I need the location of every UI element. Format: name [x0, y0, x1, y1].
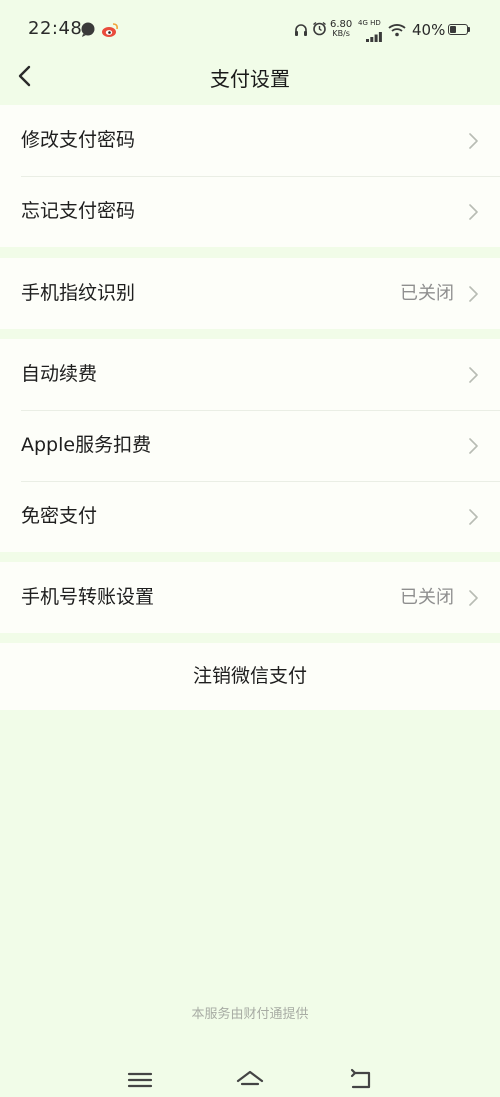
- deactivate-wechat-pay-button[interactable]: 注销微信支付: [0, 643, 500, 710]
- chevron-right-icon: [469, 438, 478, 454]
- row-label: 手机号转账设置: [21, 586, 155, 608]
- row-status: 已关闭: [400, 587, 454, 608]
- chevron-right-icon: [469, 590, 478, 606]
- home-icon: [236, 1070, 264, 1086]
- weibo-icon: [101, 22, 119, 42]
- row-fingerprint[interactable]: 手机指纹识别 已关闭: [0, 258, 500, 329]
- row-label: 修改支付密码: [21, 129, 136, 151]
- settings-group-phone-transfer: 手机号转账设置 已关闭: [0, 562, 500, 633]
- chevron-right-icon: [469, 367, 478, 383]
- status-time: 22:48: [28, 18, 83, 39]
- chevron-right-icon: [469, 133, 478, 149]
- chevron-right-icon: [469, 204, 478, 220]
- row-status: 已关闭: [400, 283, 454, 304]
- row-phone-transfer[interactable]: 手机号转账设置 已关闭: [0, 562, 500, 633]
- service-provider-note: 本服务由财付通提供: [191, 1007, 309, 1022]
- row-auto-renew[interactable]: 自动续费: [0, 339, 500, 410]
- row-label: 免密支付: [21, 505, 98, 527]
- battery-icon: [448, 24, 468, 35]
- net-speed: 6.80 KB/s: [330, 19, 353, 39]
- net-speed-value: 6.80: [330, 19, 353, 30]
- row-change-pay-password[interactable]: 修改支付密码: [0, 105, 500, 176]
- settings-group-fingerprint: 手机指纹识别 已关闭: [0, 258, 500, 329]
- row-label: 手机指纹识别: [21, 282, 136, 304]
- headphones-icon: [294, 22, 308, 41]
- row-forgot-pay-password[interactable]: 忘记支付密码: [0, 176, 500, 247]
- signal-icon: [366, 27, 382, 46]
- battery-fill: [450, 26, 456, 33]
- row-password-free-pay[interactable]: 免密支付: [0, 481, 500, 552]
- net-speed-unit: KB/s: [332, 29, 350, 38]
- row-label: 忘记支付密码: [21, 200, 136, 222]
- row-label: Apple服务扣费: [21, 434, 152, 456]
- message-icon: [80, 22, 96, 42]
- deactivate-label: 注销微信支付: [192, 665, 307, 687]
- battery-tip: [468, 27, 470, 32]
- network-type: 4G HD: [358, 19, 381, 27]
- settings-group-password: 修改支付密码 忘记支付密码: [0, 105, 500, 247]
- system-back-button[interactable]: [346, 1068, 376, 1092]
- row-label: 自动续费: [21, 363, 98, 385]
- menu-icon: [127, 1072, 153, 1088]
- header: 支付设置: [0, 52, 500, 100]
- status-bar: 22:48 6.80 KB/s 4G HD 40%: [0, 0, 500, 60]
- back-icon: [350, 1068, 371, 1089]
- system-nav-bar: [0, 1058, 500, 1097]
- chevron-right-icon: [469, 286, 478, 302]
- alarm-icon: [312, 21, 327, 40]
- settings-group-deductions: 自动续费 Apple服务扣费 免密支付: [0, 339, 500, 552]
- page-title: 支付设置: [210, 67, 290, 91]
- chevron-right-icon: [469, 509, 478, 525]
- row-apple-service-deduction[interactable]: Apple服务扣费: [0, 410, 500, 481]
- menu-button[interactable]: [125, 1068, 155, 1092]
- home-button[interactable]: [235, 1068, 265, 1092]
- wifi-icon: [388, 22, 406, 41]
- battery-percent: 40%: [412, 21, 446, 39]
